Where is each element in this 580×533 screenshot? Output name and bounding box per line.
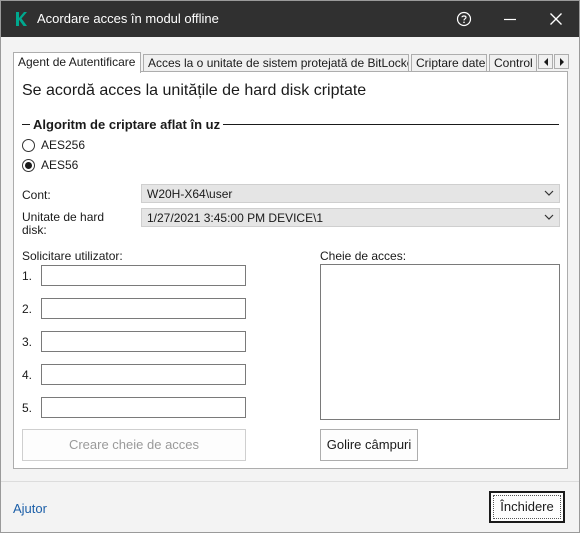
minimize-icon — [504, 18, 516, 21]
panel-heading: Se acordă acces la unitățile de hard dis… — [22, 82, 367, 99]
tab-label: Agent de Autentificare — [18, 55, 136, 69]
tab-label: Control — [494, 56, 533, 70]
chevron-down-icon — [544, 214, 554, 220]
kaspersky-logo-icon — [16, 12, 27, 26]
tab-authentication-agent[interactable]: Agent de Autentificare — [13, 52, 141, 73]
radio-label: AES256 — [41, 138, 86, 152]
help-button[interactable] — [441, 1, 487, 37]
field-number: 4. — [22, 368, 33, 382]
algorithm-group-label: Algoritm de criptare aflat în uz — [30, 117, 224, 132]
clear-fields-button[interactable]: Golire câmpuri — [320, 429, 418, 461]
close-dialog-button[interactable]: Închidere — [489, 491, 565, 523]
access-key-field[interactable] — [320, 264, 560, 420]
field-number: 1. — [22, 269, 33, 283]
minimize-button[interactable] — [487, 1, 533, 37]
field-number: 2. — [22, 302, 33, 316]
chevron-down-icon — [544, 190, 554, 196]
user-request-field-2[interactable] — [41, 298, 246, 319]
user-request-label: Solicitare utilizator: — [22, 249, 123, 263]
tab-bitlocker-access[interactable]: Acces la o unitate de sistem protejată d… — [143, 54, 409, 71]
radio-dot — [25, 162, 32, 169]
drive-dropdown[interactable]: 1/27/2021 3:45:00 PM DEVICE\1 — [141, 208, 560, 227]
focus-rect — [493, 495, 561, 519]
radio-button[interactable] — [22, 139, 35, 152]
user-request-field-5[interactable] — [41, 397, 246, 418]
question-circle-icon — [456, 11, 472, 27]
title-bar: Acordare acces în modul offline — [1, 1, 579, 37]
window-title: Acordare acces în modul offline — [37, 11, 219, 26]
user-request-field-4[interactable] — [41, 364, 246, 385]
help-link[interactable]: Ajutor — [13, 501, 47, 516]
arrow-left-icon — [544, 58, 548, 66]
close-window-button[interactable] — [533, 1, 579, 37]
tab-data-encryption[interactable]: Criptare date — [411, 54, 487, 71]
drive-value: 1/27/2021 3:45:00 PM DEVICE\1 — [147, 211, 324, 225]
tab-scroll-right-button[interactable] — [554, 54, 569, 69]
radio-label: AES56 — [41, 158, 79, 172]
tab-label: Criptare date — [416, 56, 486, 70]
tab-strip: Agent de Autentificare Acces la o unitat… — [13, 52, 569, 73]
field-number: 5. — [22, 401, 33, 415]
create-access-key-button[interactable]: Creare cheie de acces — [22, 429, 246, 461]
radio-button-selected[interactable] — [22, 159, 35, 172]
dialog-window: Acordare acces în modul offline Agent de… — [0, 0, 580, 533]
tab-panel: Se acordă acces la unitățile de hard dis… — [13, 71, 568, 469]
tab-label: Acces la o unitate de sistem protejată d… — [148, 56, 409, 70]
user-request-field-3[interactable] — [41, 331, 246, 352]
close-icon — [550, 13, 562, 25]
field-number: 3. — [22, 335, 33, 349]
drive-label-line2: disk: — [22, 223, 47, 237]
account-label: Cont: — [22, 188, 51, 202]
access-key-label: Cheie de acces: — [320, 249, 407, 263]
arrow-right-icon — [560, 58, 564, 66]
tab-control[interactable]: Control — [489, 54, 537, 71]
account-dropdown[interactable]: W20H-X64\user — [141, 184, 560, 203]
user-request-field-1[interactable] — [41, 265, 246, 286]
footer-divider — [1, 481, 579, 482]
account-value: W20H-X64\user — [147, 187, 233, 201]
tab-scroll-left-button[interactable] — [538, 54, 553, 69]
